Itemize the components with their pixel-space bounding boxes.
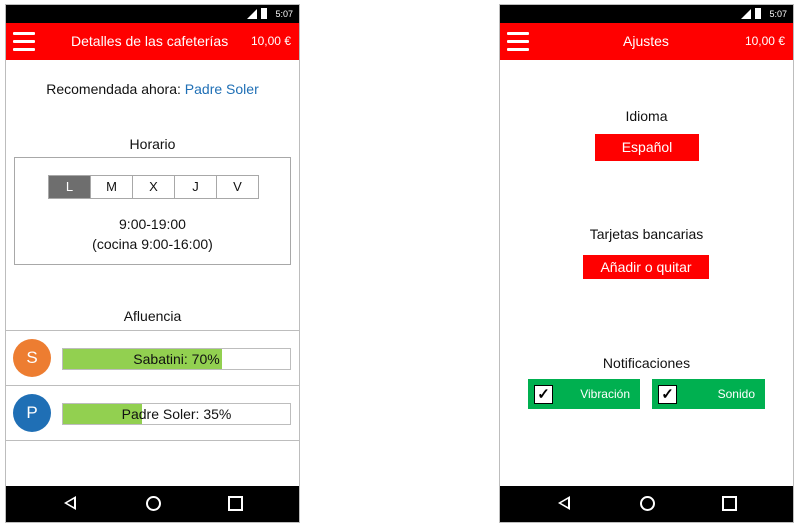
hamburger-icon[interactable] [507,32,529,51]
hamburger-icon[interactable] [13,32,35,51]
back-triangle-icon[interactable] [558,496,570,510]
crowd-progress-bar: Sabatini: 70% [62,348,291,370]
crowd-title: Afluencia [123,308,182,324]
notifications-title: Notificaciones [602,355,691,371]
avatar: S [13,339,51,377]
navigation-bar [500,486,793,522]
cafeteria-details-screen: 5:07 Detalles de las cafeterías 10,00 € … [5,4,300,523]
list-item[interactable]: P Padre Soler: 35% [6,386,299,441]
schedule-box: L M X J V 9:00-19:00 (cocina 9:00-16:00) [14,157,291,265]
language-button[interactable]: Español [595,134,699,161]
signal-icon [741,9,751,19]
page-title: Detalles de las cafeterías [71,33,229,49]
hours-main: 9:00-19:00 [119,216,186,232]
status-bar: 5:07 [6,5,299,23]
crowd-list: S Sabatini: 70% P Padre Soler: 35% [6,330,299,441]
day-tab-v[interactable]: V [217,176,258,198]
home-circle-icon[interactable] [146,496,161,511]
vibration-toggle[interactable]: ✓ Vibración [528,379,640,409]
balance-label: 10,00 € [250,34,291,48]
crowd-progress-bar: Padre Soler: 35% [62,403,291,425]
app-bar: Detalles de las cafeterías 10,00 € [6,23,299,60]
balance-label: 10,00 € [744,34,785,48]
recent-square-icon[interactable] [722,496,737,511]
signal-icon [247,9,257,19]
status-bar: 5:07 [500,5,793,23]
battery-icon [261,8,267,19]
language-title: Idioma [625,108,668,124]
day-tab-m[interactable]: M [91,176,133,198]
manage-cards-button[interactable]: Añadir o quitar [583,255,709,279]
day-selector: L M X J V [48,175,259,199]
recommendation-label: Recomendada ahora: [46,81,181,97]
sound-label: Sonido [717,387,755,401]
status-time: 5:07 [275,9,293,19]
status-time: 5:07 [769,9,787,19]
avatar: P [13,394,51,432]
app-bar: Ajustes 10,00 € [500,23,793,60]
opening-hours: 9:00-19:00 (cocina 9:00-16:00) [15,214,290,254]
day-tab-j[interactable]: J [175,176,217,198]
hours-kitchen: (cocina 9:00-16:00) [92,236,213,252]
page-title: Ajustes [623,33,669,49]
battery-icon [755,8,761,19]
settings-screen: 5:07 Ajustes 10,00 € Idioma Español Tarj… [499,4,794,523]
recent-square-icon[interactable] [228,496,243,511]
home-circle-icon[interactable] [640,496,655,511]
schedule-title: Horario [129,136,176,152]
vibration-checkbox[interactable]: ✓ [534,385,553,404]
sound-toggle[interactable]: ✓ Sonido [652,379,765,409]
vibration-label: Vibración [580,387,630,401]
list-item[interactable]: S Sabatini: 70% [6,331,299,386]
cards-title: Tarjetas bancarias [589,226,704,242]
recommendation: Recomendada ahora: Padre Soler [6,81,299,97]
recommended-cafeteria-link[interactable]: Padre Soler [185,81,259,97]
day-tab-l[interactable]: L [49,176,91,198]
sound-checkbox[interactable]: ✓ [658,385,677,404]
crowd-progress-label: Padre Soler: 35% [121,406,232,422]
crowd-progress-label: Sabatini: 70% [133,351,220,367]
back-triangle-icon[interactable] [64,496,76,510]
navigation-bar [6,486,299,522]
day-tab-x[interactable]: X [133,176,175,198]
